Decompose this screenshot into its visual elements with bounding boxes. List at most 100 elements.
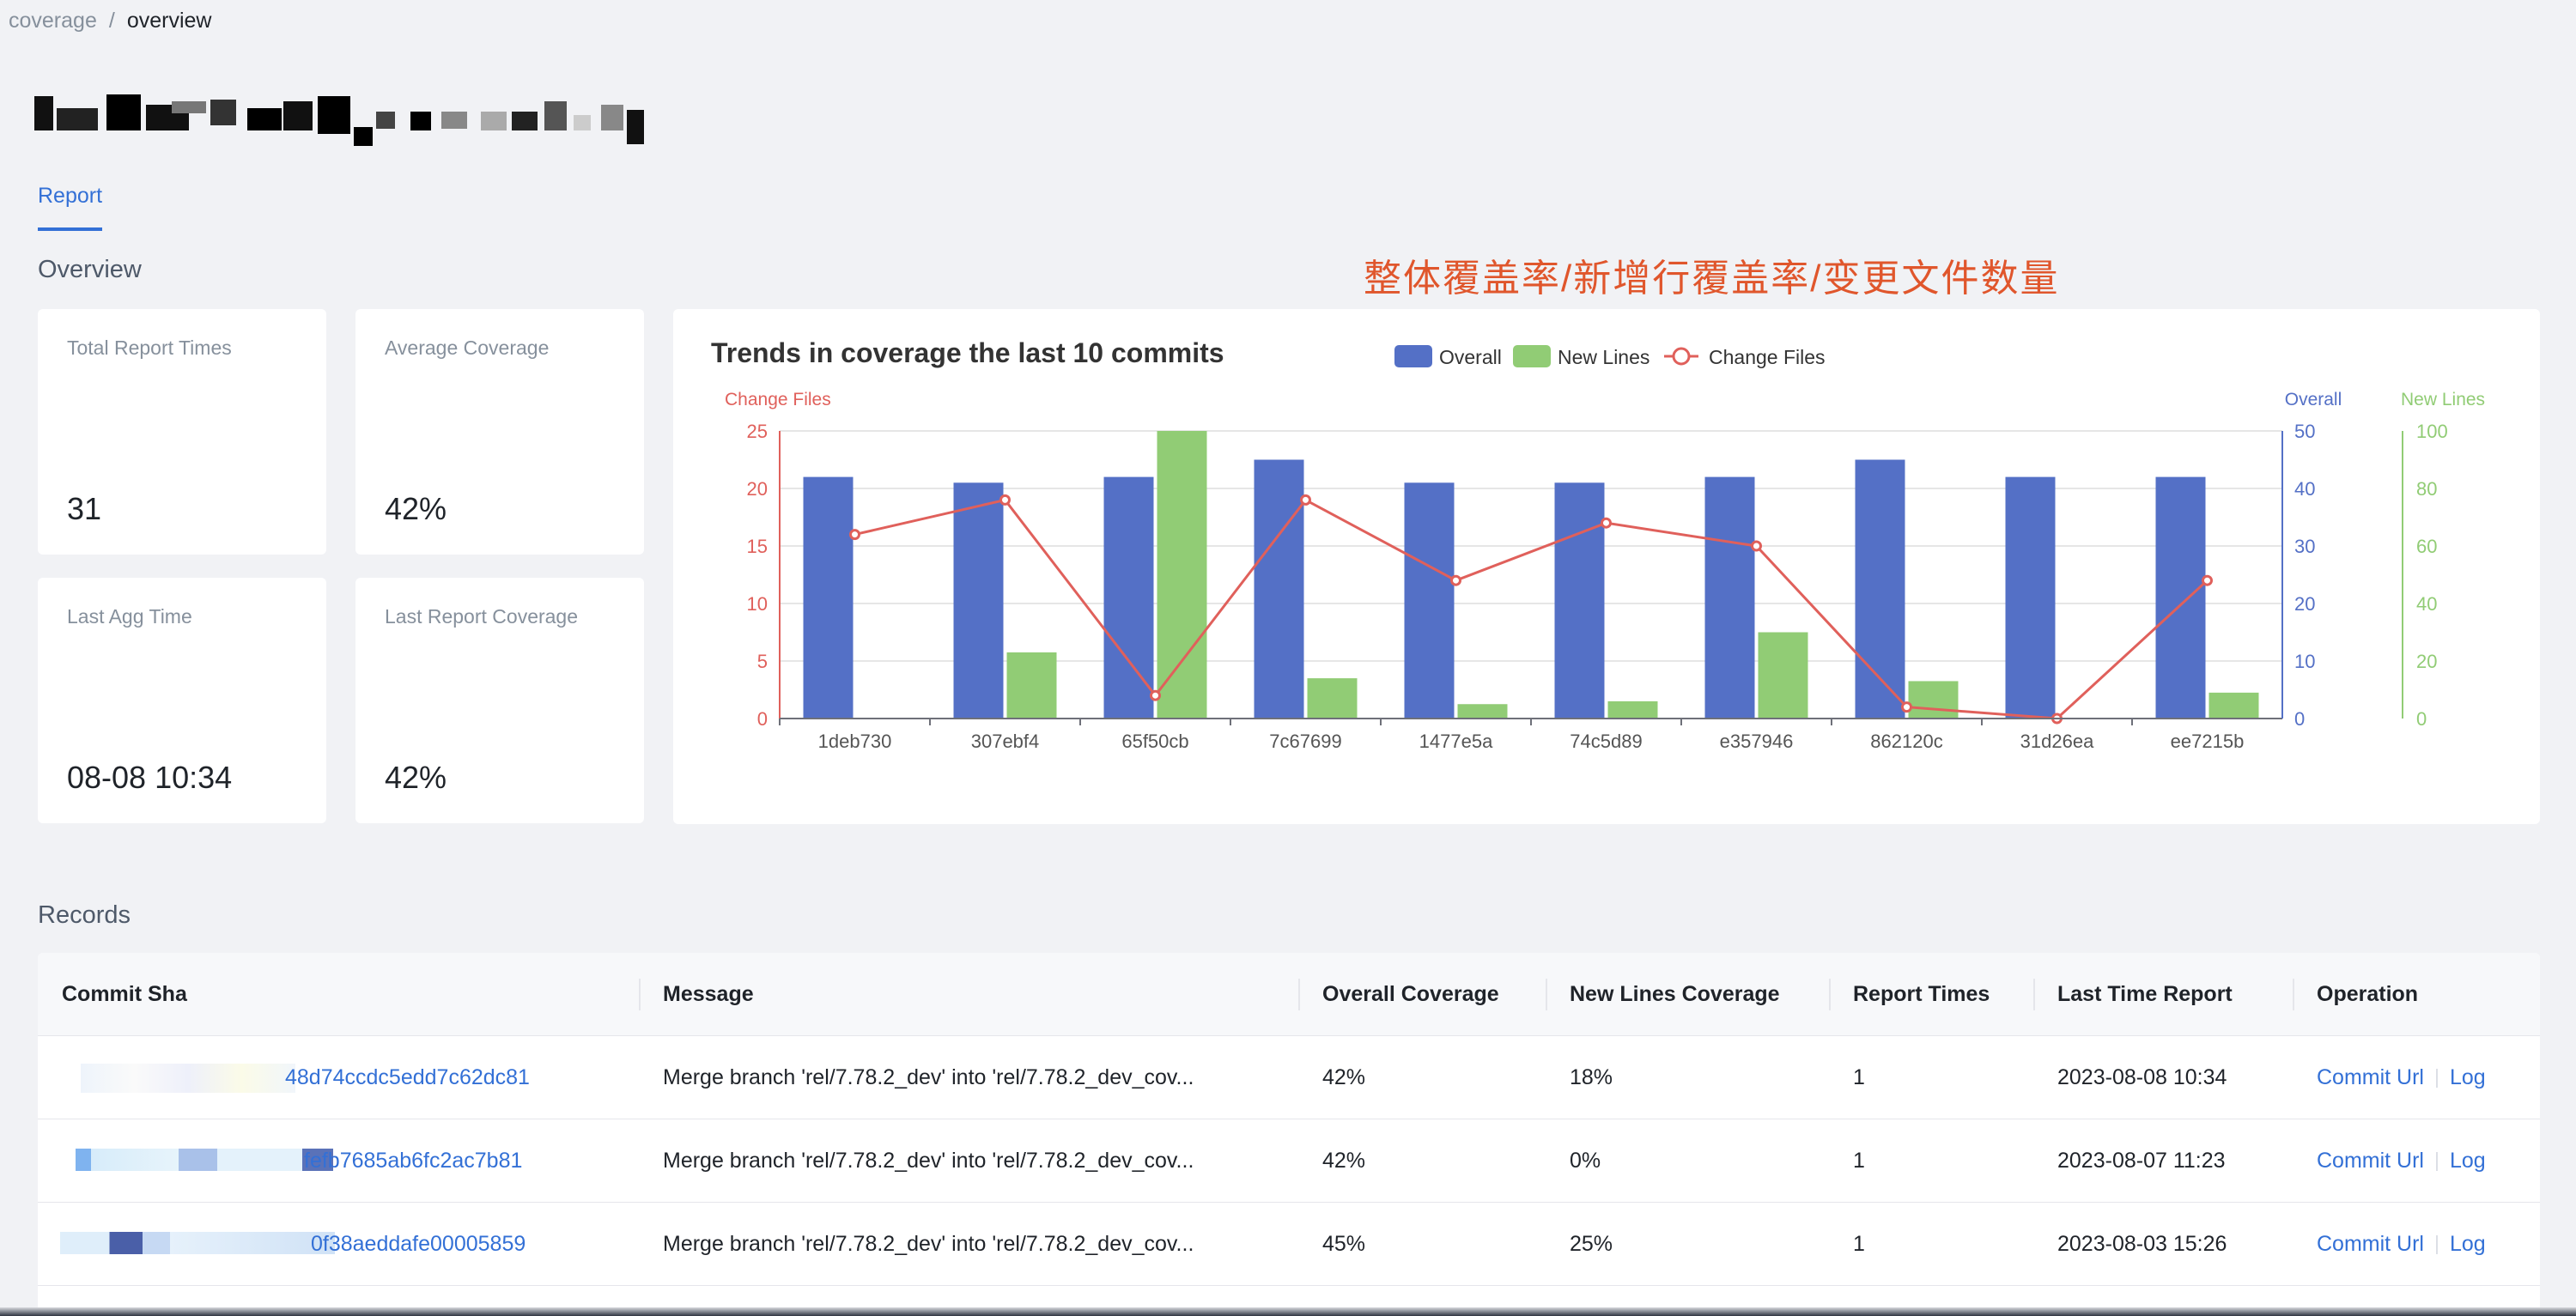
- stat-card-average-coverage: Average Coverage 42%: [355, 309, 644, 555]
- report-times-value: 1: [1853, 1232, 1865, 1256]
- log-link[interactable]: Log: [2450, 1232, 2486, 1257]
- bar-overall: [2155, 476, 2206, 719]
- breadcrumb: coverage / overview: [9, 9, 211, 33]
- stat-label: Average Coverage: [385, 337, 550, 359]
- commit-url-link[interactable]: Commit Url: [2317, 1232, 2424, 1257]
- commit-url-link[interactable]: Commit Url: [2317, 1149, 2424, 1173]
- category-label: ee7215b: [2171, 731, 2245, 752]
- log-link[interactable]: Log: [2450, 1149, 2486, 1173]
- new-lines-tick-label: 20: [2416, 651, 2437, 672]
- category-label: 307ebf4: [971, 731, 1040, 752]
- new-lines-coverage-value: 0%: [1570, 1149, 1601, 1173]
- new-lines-coverage-value: 18%: [1570, 1065, 1613, 1089]
- legend-new-lines-swatch: [1513, 345, 1551, 367]
- legend-change-files-marker: [1672, 347, 1691, 366]
- bar-new-lines: [1908, 681, 1959, 719]
- chart-grid: [780, 430, 2282, 662]
- overall-tick-label: 0: [2294, 708, 2305, 730]
- last-time-report-value: 2023-08-07 11:23: [2057, 1149, 2226, 1173]
- category-label: 862120c: [1870, 731, 1942, 752]
- legend-new-lines-label[interactable]: New Lines: [1558, 346, 1649, 368]
- column-header-overall-coverage: Overall Coverage: [1322, 982, 1499, 1006]
- change-files-tick-label: 10: [747, 593, 768, 615]
- column-header-operation: Operation: [2317, 982, 2419, 1006]
- change-files-point: [2202, 574, 2213, 586]
- column-header-message: Message: [663, 982, 754, 1006]
- overall-coverage-value: 42%: [1322, 1065, 1366, 1089]
- overall-tick-label: 10: [2294, 651, 2315, 672]
- category-label: 74c5d89: [1570, 731, 1642, 752]
- project-title-redacted: [34, 93, 646, 149]
- log-link[interactable]: Log: [2450, 1065, 2486, 1090]
- legend-overall-label[interactable]: Overall: [1439, 346, 1502, 368]
- legend-overall-swatch: [1394, 345, 1432, 367]
- bar-new-lines: [1307, 678, 1358, 719]
- change-files-tick-label: 20: [747, 478, 768, 500]
- category-label: 1477e5a: [1419, 731, 1493, 752]
- tab-report[interactable]: Report: [38, 184, 103, 231]
- operation-cell: Commit Url Log: [2293, 1119, 2486, 1203]
- last-time-report-value: 2023-08-03 15:26: [2057, 1232, 2227, 1256]
- category-label: 31d26ea: [2020, 731, 2094, 752]
- breadcrumb-coverage[interactable]: coverage: [9, 9, 97, 33]
- commit-sha-link[interactable]: 0f38aeddafe00005859: [287, 1203, 526, 1286]
- stat-card-total-report-times: Total Report Times 31: [38, 309, 326, 555]
- change-files-tick-label: 0: [757, 708, 768, 730]
- chart-legend: Overall New Lines Change Files: [1394, 345, 1826, 368]
- change-files-point: [1751, 540, 1762, 552]
- new-lines-tick-label: 40: [2416, 593, 2437, 615]
- table-row: fefb7685ab6fc2ac7b81 Merge branch 'rel/7…: [38, 1119, 2540, 1203]
- category-label: 7c67699: [1269, 731, 1341, 752]
- operation-divider: [2436, 1068, 2438, 1088]
- change-files-tick-label: 5: [757, 651, 768, 672]
- bar-new-lines: [1758, 632, 1808, 719]
- bar-new-lines: [1457, 704, 1508, 719]
- bar-new-lines: [1157, 431, 1207, 719]
- bar-overall: [803, 476, 854, 719]
- category-label: 65f50cb: [1121, 731, 1188, 752]
- bar-overall: [953, 482, 1004, 719]
- change-files-tick-label: 25: [747, 421, 768, 442]
- change-files-point: [1300, 494, 1311, 506]
- change-files-point: [1150, 689, 1161, 701]
- stat-value: 42%: [385, 491, 447, 526]
- commit-sha-link[interactable]: fefb7685ab6fc2ac7b81: [280, 1119, 522, 1203]
- section-title-overview: Overview: [38, 256, 142, 283]
- section-title-records: Records: [38, 901, 131, 929]
- commit-sha-link[interactable]: 48d74ccdc5edd7c62dc81: [261, 1036, 530, 1119]
- tab-bar: Report: [38, 184, 103, 231]
- stat-card-last-report-coverage: Last Report Coverage 42%: [355, 578, 644, 823]
- coverage-trend-chart: Trends in coverage the last 10 commits O…: [711, 337, 2485, 752]
- table-row: 48d74ccdc5edd7c62dc81 Merge branch 'rel/…: [38, 1036, 2540, 1119]
- category-label: e357946: [1720, 731, 1794, 752]
- commit-message: Merge branch 'rel/7.78.2_dev' into 'rel/…: [663, 1232, 1194, 1256]
- change-files-point: [999, 494, 1011, 506]
- commit-message: Merge branch 'rel/7.78.2_dev' into 'rel/…: [663, 1149, 1194, 1173]
- bar-overall: [1254, 459, 1304, 719]
- overall-coverage-value: 45%: [1322, 1232, 1366, 1256]
- bar-overall: [1554, 482, 1605, 719]
- column-header-commit-sha: Commit Sha: [62, 982, 187, 1006]
- stat-label: Last Report Coverage: [385, 605, 579, 628]
- new-lines-coverage-value: 25%: [1570, 1232, 1613, 1256]
- stat-value: 31: [67, 491, 102, 526]
- change-files-point: [1601, 517, 1612, 529]
- axis-name-new-lines: New Lines: [2401, 390, 2485, 409]
- new-lines-tick-label: 80: [2416, 478, 2437, 500]
- bar-overall: [1704, 476, 1755, 719]
- report-times-value: 1: [1853, 1065, 1865, 1089]
- change-files-line: [854, 498, 2208, 720]
- commit-url-link[interactable]: Commit Url: [2317, 1065, 2424, 1090]
- bar-new-lines: [1006, 652, 1057, 719]
- column-header-last-time-report: Last Time Report: [2057, 982, 2233, 1006]
- operation-cell: Commit Url Log: [2293, 1203, 2486, 1286]
- new-lines-tick-label: 100: [2416, 421, 2448, 442]
- legend-change-files-label[interactable]: Change Files: [1709, 346, 1826, 368]
- operation-cell: Commit Url Log: [2293, 1036, 2486, 1119]
- stat-label: Last Agg Time: [67, 605, 192, 628]
- category-label: 1deb730: [818, 731, 892, 752]
- column-header-report-times: Report Times: [1853, 982, 1990, 1006]
- bar-overall: [1404, 482, 1455, 719]
- operation-divider: [2436, 1234, 2438, 1254]
- records-table: Commit Sha Message Overall Coverage New …: [38, 953, 2540, 1313]
